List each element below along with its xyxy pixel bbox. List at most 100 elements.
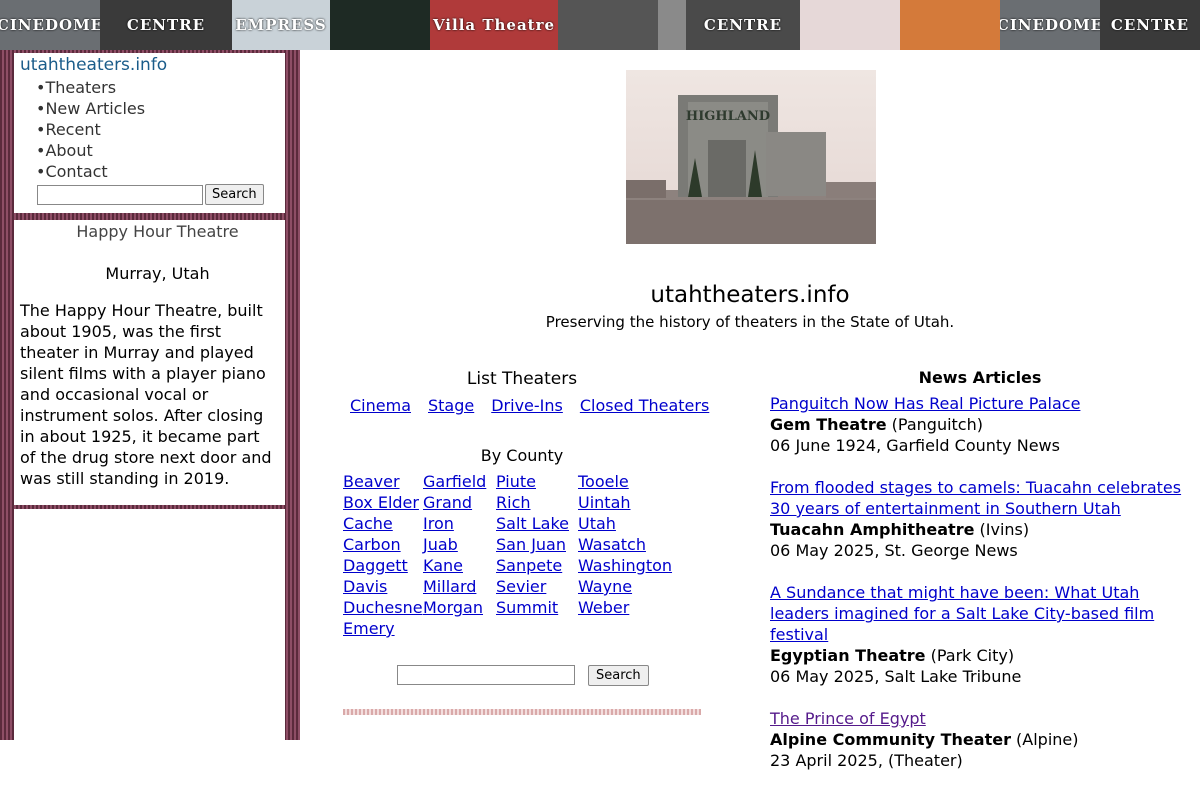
county-link[interactable]: Cache (343, 513, 423, 534)
banner-photo-cinedome: CINEDOME (0, 0, 100, 50)
county-link[interactable]: Morgan (423, 597, 486, 618)
news-theater-place: (Park City) (930, 646, 1015, 665)
decorative-divider (343, 709, 701, 715)
sidebar-search-button[interactable]: Search (205, 184, 264, 205)
county-link[interactable]: Box Elder (343, 492, 423, 513)
county-link[interactable]: Beaver (343, 471, 423, 492)
banner-photo-screen (330, 0, 430, 50)
banner-photo-centre: CENTRE (100, 0, 232, 50)
banner-photo-centre-marquee: CENTRE (686, 0, 800, 50)
county-link[interactable]: Garfield (423, 471, 486, 492)
county-link[interactable]: Rich (496, 492, 569, 513)
county-column: Garfield Grand Iron Juab Kane Millard Morgan (423, 471, 486, 618)
county-link[interactable]: Weber (578, 597, 672, 618)
theater-location: Murray, Utah (105, 264, 210, 283)
hero-sign-text: HIGHLAND (686, 109, 770, 124)
county-link[interactable]: Daggett (343, 555, 423, 576)
theater-description: The Happy Hour Theatre, built about 1905… (20, 301, 272, 488)
banner-photo-text: CENTRE (1110, 16, 1190, 34)
nav-item-contact: •Contact (36, 162, 108, 181)
county-column: Piute Rich Salt Lake San Juan Sanpete Sevier S… (496, 471, 569, 618)
news-source: 06 May 2025, St. George News (770, 541, 1018, 560)
county-link[interactable]: Salt Lake (496, 513, 569, 534)
news-item: A Sundance that might have been: What Ut… (770, 582, 1190, 687)
banner-photo-text: CENTRE (703, 16, 783, 34)
banner-photo-text: EMPRESS (235, 16, 327, 34)
county-link[interactable]: Emery (343, 618, 423, 639)
news-article-link[interactable]: From flooded stages to camels: Tuacahn c… (770, 478, 1181, 518)
county-link[interactable]: Uintah (578, 492, 672, 513)
type-link-drive-ins[interactable]: Drive-Ins (491, 396, 563, 415)
theater-type-links: Cinema Stage Drive-Ins Closed Theaters (350, 396, 726, 415)
nav-item-theaters: •Theaters (36, 78, 117, 97)
banner-photo-villa: Villa Theatre (430, 0, 558, 50)
county-link[interactable]: Tooele (578, 471, 672, 492)
nav-link[interactable]: Theaters (45, 78, 116, 97)
news-article-link[interactable]: A Sundance that might have been: What Ut… (770, 583, 1154, 644)
county-link[interactable]: Iron (423, 513, 486, 534)
county-column: Beaver Box Elder Cache Carbon Daggett Davis Du… (343, 471, 423, 639)
list-theaters-heading: List Theaters (466, 369, 578, 389)
county-link[interactable]: Piute (496, 471, 569, 492)
news-source: 06 May 2025, Salt Lake Tribune (770, 667, 1022, 686)
banner-photo-centre-2: CENTRE (1100, 0, 1200, 50)
banner-photo-dome-interior (558, 0, 658, 50)
news-list: Panguitch Now Has Real Picture Palace Gem… (770, 393, 1190, 792)
news-theater-line: Tuacahn Amphitheatre (Ivins) (770, 519, 1190, 540)
county-link[interactable]: Wasatch (578, 534, 672, 555)
nav-menu-box: utahtheaters.info •Theaters •New Articles… (14, 53, 285, 213)
news-theater-name: Tuacahn Amphitheatre (770, 520, 975, 539)
main-search-input[interactable] (397, 665, 575, 685)
nav-item-recent: •Recent (36, 120, 101, 139)
page-title: utahtheaters.info (650, 282, 850, 308)
county-link[interactable]: Wayne (578, 576, 672, 597)
county-link[interactable]: Kane (423, 555, 486, 576)
banner-photo-cinedome-2: CINEDOME (1000, 0, 1100, 50)
county-link[interactable]: San Juan (496, 534, 569, 555)
nav-link[interactable]: Contact (45, 162, 107, 181)
news-theater-name: Egyptian Theatre (770, 646, 926, 665)
county-link[interactable]: Utah (578, 513, 672, 534)
county-link[interactable]: Grand (423, 492, 486, 513)
county-link[interactable]: Millard (423, 576, 486, 597)
county-link[interactable]: Juab (423, 534, 486, 555)
news-source: 23 April 2025, (Theater) (770, 751, 963, 770)
banner-photo-text: Villa Theatre (432, 16, 556, 34)
county-column: Tooele Uintah Utah Wasatch Washington Wayne We… (578, 471, 672, 618)
nav-menu: •Theaters •New Articles •Recent •About •Cont… (36, 77, 145, 182)
sidebar-empty-box (14, 509, 285, 740)
type-link-closed-theaters[interactable]: Closed Theaters (580, 396, 709, 415)
theater-name: Happy Hour Theatre (76, 222, 239, 241)
banner-photo-text: CINEDOME (0, 16, 100, 34)
left-sidebar: utahtheaters.info •Theaters •New Articles… (0, 50, 300, 740)
county-link[interactable]: Sevier (496, 576, 569, 597)
site-home-link[interactable]: utahtheaters.info (20, 55, 167, 75)
header-banner: CINEDOME CENTRE EMPRESS Villa Theatre CENTRE… (0, 0, 1200, 50)
main-search-button[interactable]: Search (588, 665, 649, 686)
type-link-stage[interactable]: Stage (428, 396, 474, 415)
news-theater-name: Gem Theatre (770, 415, 887, 434)
nav-link[interactable]: New Articles (45, 99, 145, 118)
nav-link[interactable]: About (45, 141, 92, 160)
news-item: From flooded stages to camels: Tuacahn c… (770, 477, 1190, 561)
county-link[interactable]: Washington (578, 555, 672, 576)
county-link[interactable]: Summit (496, 597, 569, 618)
page-tagline: Preserving the history of theaters in th… (545, 313, 955, 331)
type-link-cinema[interactable]: Cinema (350, 396, 411, 415)
sidebar-search-input[interactable] (37, 185, 203, 205)
banner-photo-text: CINEDOME (1000, 16, 1100, 34)
banner-photo-cinemark (900, 0, 1000, 50)
banner-photo-curtain (800, 0, 900, 50)
news-article-link[interactable]: The Prince of Egypt (770, 709, 926, 728)
news-article-link[interactable]: Panguitch Now Has Real Picture Palace (770, 394, 1080, 413)
nav-item-new-articles: •New Articles (36, 99, 146, 118)
county-link[interactable]: Carbon (343, 534, 423, 555)
news-heading: News Articles (918, 368, 1042, 387)
county-link[interactable]: Sanpete (496, 555, 569, 576)
county-link[interactable]: Duchesne (343, 597, 423, 618)
banner-photo-text: CENTRE (126, 16, 206, 34)
news-item: Panguitch Now Has Real Picture Palace Gem… (770, 393, 1190, 456)
theater-info-box: Happy Hour Theatre Murray, Utah The Happ… (14, 220, 285, 505)
nav-link[interactable]: Recent (45, 120, 100, 139)
county-link[interactable]: Davis (343, 576, 423, 597)
